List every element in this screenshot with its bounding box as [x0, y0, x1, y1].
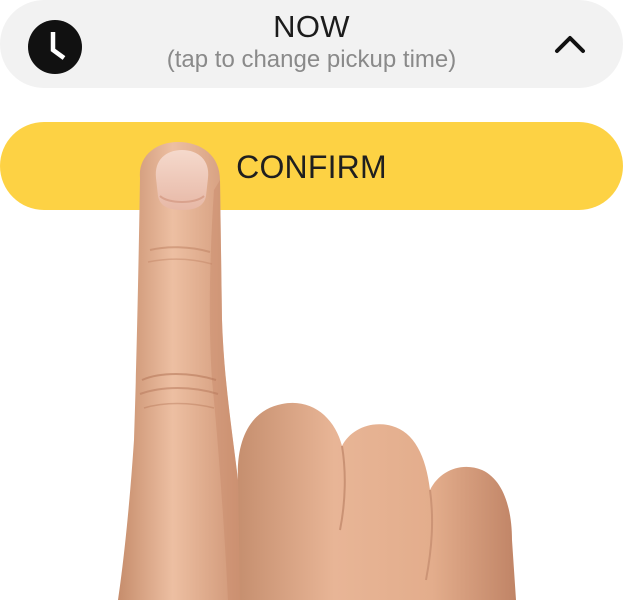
chevron-up-icon[interactable]	[553, 33, 587, 55]
pointing-hand-image	[118, 142, 516, 600]
pickup-time-selector[interactable]: NOW (tap to change pickup time)	[0, 0, 623, 88]
pickup-time-value: NOW	[273, 9, 350, 44]
confirm-button[interactable]: CONFIRM	[0, 122, 623, 210]
pickup-time-hint: (tap to change pickup time)	[166, 46, 457, 73]
confirm-button-label: CONFIRM	[236, 149, 387, 185]
screen: NOW (tap to change pickup time) CONFIRM	[0, 0, 623, 600]
